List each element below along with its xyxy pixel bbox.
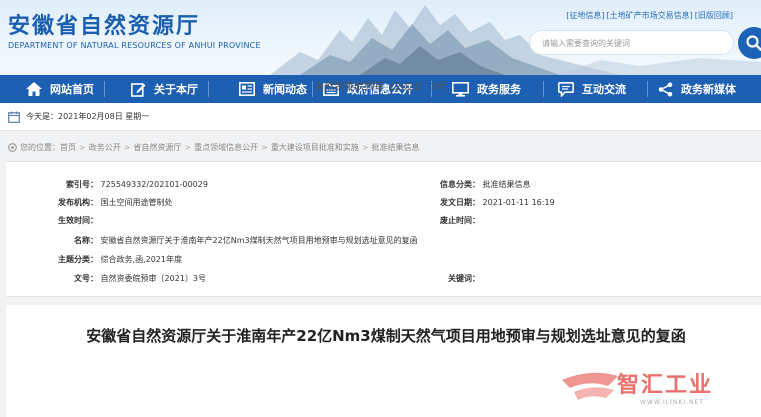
breadcrumb-separator: > <box>361 143 369 152</box>
meta-label-name: 名称： <box>74 236 98 245</box>
breadcrumb-separator: > <box>184 143 192 152</box>
meta-row-docno: 文号： 自然资委皖预审〔2021〕3号 <box>6 273 206 284</box>
meta-row-category: 信息分类： 批准结果信息 <box>386 179 531 190</box>
meta-label-date: 发文日期： <box>440 198 480 207</box>
watermark-text: 智汇工业 <box>617 373 714 398</box>
breadcrumb-prefix: 您的位置： <box>20 143 60 152</box>
meta-value-date: 2021-01-11 16:19 <box>482 198 555 207</box>
breadcrumb-separator: > <box>123 143 131 152</box>
search-icon <box>746 35 761 51</box>
meta-label-abolish: 废止时间： <box>440 216 480 225</box>
breadcrumb-item-approval-results[interactable]: 批准结果信息 <box>372 142 420 153</box>
meta-row-keywords: 关键词： <box>386 273 483 284</box>
breadcrumb-item-key-areas[interactable]: 重点领域信息公开 <box>194 142 258 153</box>
meta-value-category: 批准结果信息 <box>482 180 531 189</box>
meta-row-issuer: 发布机构： 国土空间用途管制处 <box>6 197 173 208</box>
meta-row-date: 发文日期： 2021-01-11 16:19 <box>386 197 555 208</box>
meta-label-topic: 主题分类： <box>58 255 98 264</box>
meta-value-topic: 综合政务,函,2021年度 <box>100 255 182 264</box>
top-links: [征地信息] [土地矿产市场交易信息] [旧版回顾] <box>566 10 733 21</box>
meta-row-index: 索引号： 725549332/202101-00029 <box>6 179 208 190</box>
site-header: 安徽省自然资源厅 DEPARTMENT OF NATURAL RESOURCES… <box>0 0 761 75</box>
calendar-icon <box>8 111 20 123</box>
meta-label-docno: 文号： <box>74 274 98 283</box>
article-title: 安徽省自然资源厅关于淮南年产22亿Nm3煤制天然气项目用地预审与规划选址意见的复… <box>86 327 686 345</box>
meta-row-abolish: 废止时间： <box>386 215 483 226</box>
meta-value-issuer: 国土空间用途管制处 <box>100 198 173 207</box>
top-link-land-requisition[interactable]: [征地信息] <box>566 10 604 21</box>
today-date: 今天是：2021年02月08日 星期一 <box>26 112 150 121</box>
meta-label-keywords: 关键词： <box>448 274 480 283</box>
breadcrumb-separator: > <box>261 143 268 152</box>
date-strip: 今天是：2021年02月08日 星期一 <box>0 103 761 131</box>
breadcrumb-separator: > <box>79 143 86 152</box>
page: 安徽省自然资源厅 DEPARTMENT OF NATURAL RESOURCES… <box>0 0 761 417</box>
meta-value-name: 安徽省自然资源厅关于淮南年产22亿Nm3煤制天然气项目用地预审与规划选址意见的复… <box>100 236 418 245</box>
breadcrumb-item-major-projects[interactable]: 重大建设项目批准和实施 <box>271 142 359 153</box>
site-logo-subtitle: DEPARTMENT OF NATURAL RESOURCES OF ANHUI… <box>8 41 261 50</box>
top-link-old-version[interactable]: [旧版回顾] <box>695 10 733 21</box>
search-input[interactable]: 请输入需要查询的关键词 <box>529 30 734 55</box>
document-meta-table: 索引号： 725549332/202101-00029 信息分类： 批准结果信息… <box>6 161 761 297</box>
meta-label-index: 索引号： <box>66 180 98 189</box>
article-doc-number: 自然资委皖预审〔2021〕3号 <box>314 82 447 93</box>
site-logo-title[interactable]: 安徽省自然资源厅 <box>8 8 200 40</box>
meta-value-index: 725549332/202101-00029 <box>100 180 208 189</box>
breadcrumb-item-department[interactable]: 省自然资源厅 <box>133 142 181 153</box>
meta-label-issuer: 发布机构： <box>58 198 98 207</box>
meta-value-docno: 自然资委皖预审〔2021〕3号 <box>100 274 206 283</box>
meta-row-topic: 主题分类： 综合政务,函,2021年度 <box>6 254 182 265</box>
breadcrumb-item-gov-affairs[interactable]: 政务公开 <box>89 142 121 153</box>
meta-row-name: 名称： 安徽省自然资源厅关于淮南年产22亿Nm3煤制天然气项目用地预审与规划选址… <box>6 235 418 246</box>
top-link-market-trading[interactable]: [土地矿产市场交易信息] <box>607 10 693 21</box>
watermark-url: WWW.ILINKI.NET <box>640 399 704 406</box>
location-icon <box>8 142 17 152</box>
meta-label-effective: 生效时间： <box>58 216 98 225</box>
breadcrumb: 您的位置： 首页 > 政务公开 > 省自然资源厅 > 重点领域信息公开 > 重大… <box>8 142 420 153</box>
meta-row-effective: 生效时间： <box>6 215 101 226</box>
meta-label-category: 信息分类： <box>440 180 480 189</box>
breadcrumb-item-home[interactable]: 首页 <box>60 142 76 153</box>
